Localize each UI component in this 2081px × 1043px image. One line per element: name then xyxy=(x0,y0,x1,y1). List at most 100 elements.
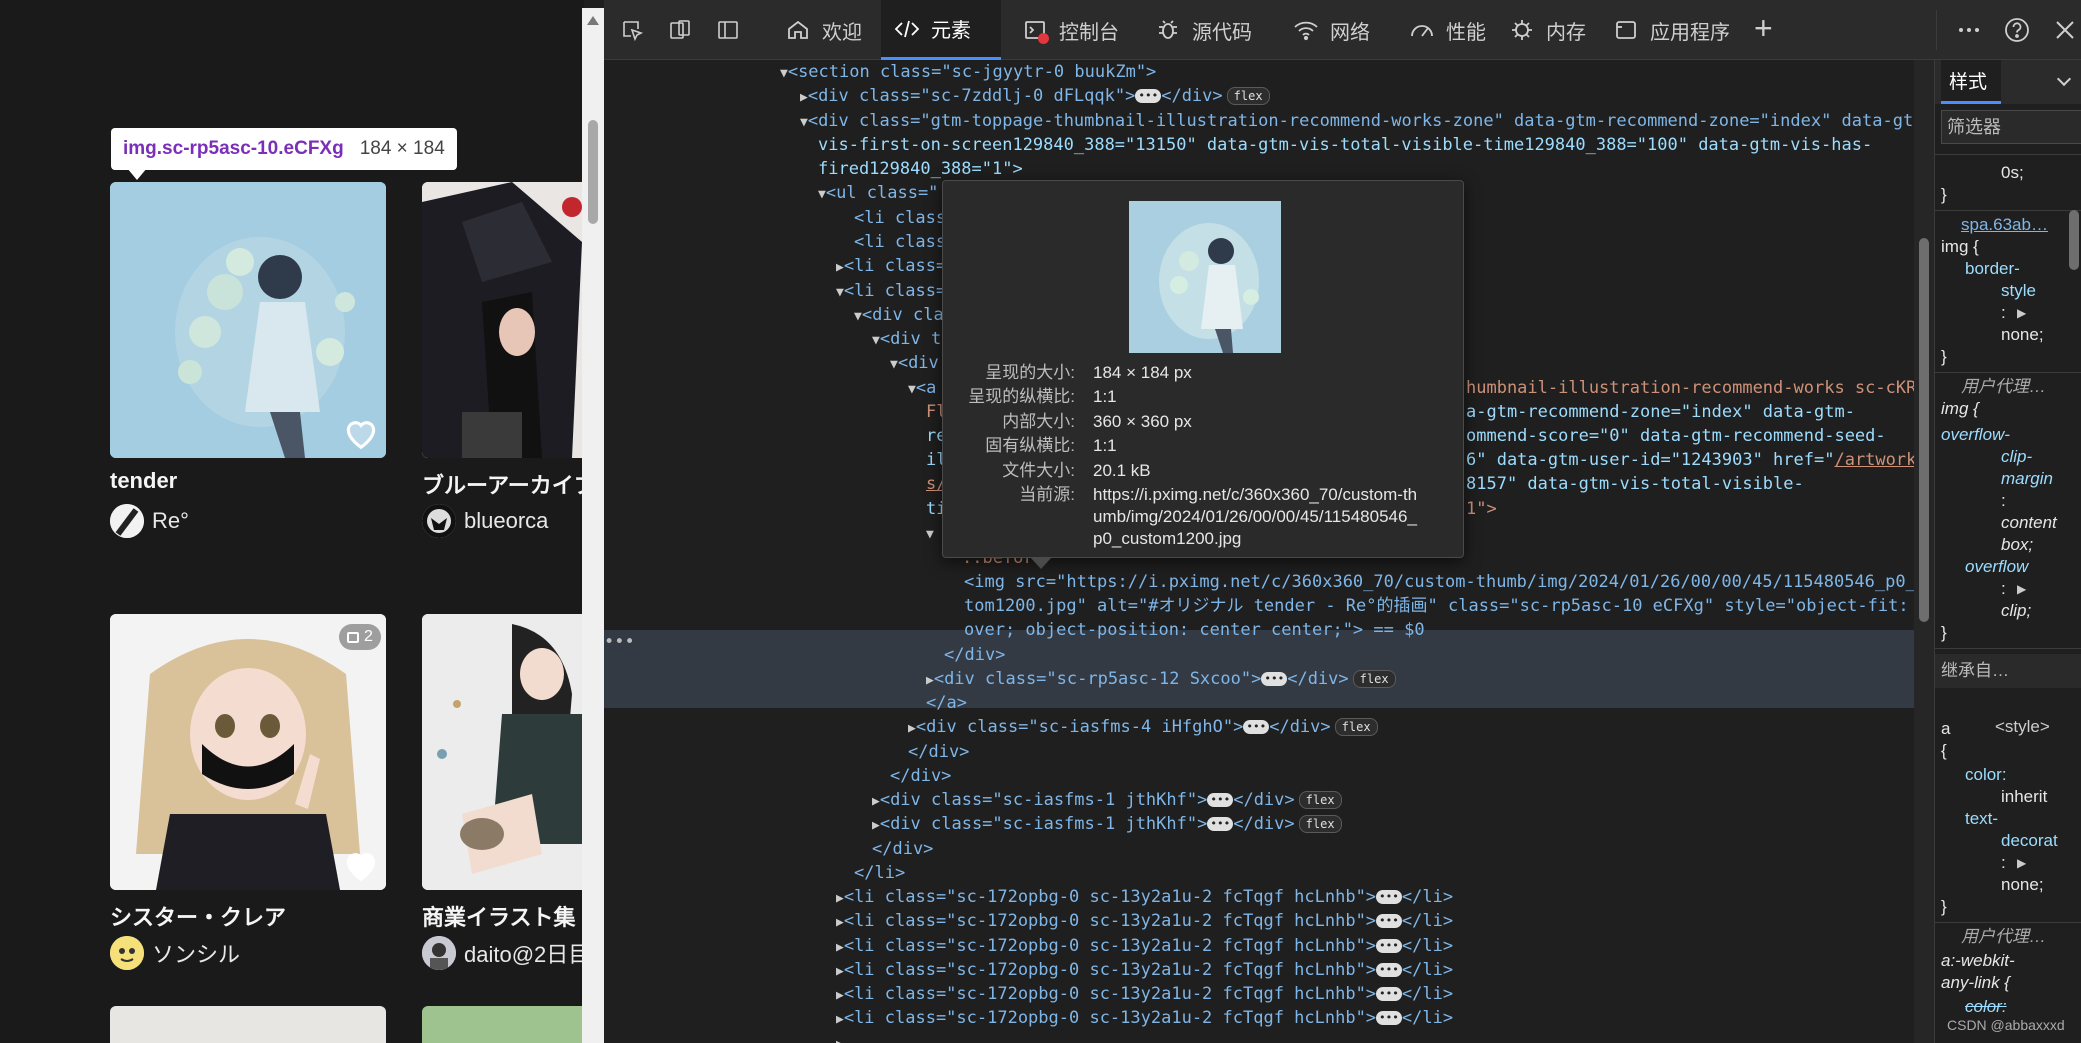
dom-node[interactable]: ▼<section class="sc-jgyytr-0 buukZm"> xyxy=(780,60,1156,84)
dom-node-li[interactable]: ▶ xyxy=(836,1031,844,1043)
dom-node[interactable]: <li class= xyxy=(854,206,956,230)
dom-node[interactable]: 6" data-gtm-user-id="1243903" href="/art… xyxy=(1466,448,1916,472)
dom-node[interactable]: ▶<div class="sc-iasfms-1 jthKhf"> ••• </di… xyxy=(872,812,1342,836)
collapsed-ellipsis-icon: ••• xyxy=(1376,939,1402,953)
dom-node-li[interactable]: ▶<li class="sc-172opbg-0 sc-13y2a1u-2 fc… xyxy=(836,885,1453,909)
artwork-thumbnail-commercial[interactable] xyxy=(422,614,584,890)
dom-node[interactable]: a-gtm-recommend-zone="index" data-gtm- xyxy=(1466,400,1855,424)
element-selector: img.sc-rp5asc-10.eCFXg xyxy=(123,138,344,159)
dom-node[interactable]: </div> xyxy=(908,740,969,764)
dom-node[interactable]: ▶<div class="sc-7zddlj-0 dFLqqk"> ••• </di… xyxy=(800,84,1270,108)
dom-node[interactable]: ▼<div cla xyxy=(854,303,944,327)
styles-tab-label[interactable]: 样式 xyxy=(1949,72,1987,94)
work-title[interactable]: シスター・クレア xyxy=(110,900,286,932)
author-link[interactable]: daito@2日目 xyxy=(422,936,584,970)
more-options-icon[interactable] xyxy=(1953,14,1985,46)
author-link[interactable]: ソンシル xyxy=(110,936,240,970)
toggle-sidebar-icon[interactable] xyxy=(712,14,744,46)
dom-node[interactable]: vis-first-on-screen129840_388="13150" da… xyxy=(818,133,1872,157)
css-property[interactable]: text- xyxy=(1965,808,1998,830)
author-name: Re° xyxy=(152,508,189,533)
artwork-thumbnail-row3-b[interactable] xyxy=(422,1006,584,1043)
tab-welcome[interactable]: 欢迎 xyxy=(772,0,874,60)
tab-memory[interactable]: 内存 xyxy=(1496,0,1598,60)
dom-node[interactable]: ••• xyxy=(604,630,635,654)
device-emulation-icon[interactable] xyxy=(664,14,696,46)
tab-sources[interactable]: 源代码 xyxy=(1142,0,1264,60)
tab-network[interactable]: 网络 xyxy=(1280,0,1382,60)
scrollbar-thumb[interactable] xyxy=(588,120,598,224)
dom-node[interactable]: 8157" data-gtm-vis-total-visible- xyxy=(1466,472,1804,496)
dom-node-li[interactable]: ▶<li class="sc-172opbg-0 sc-13y2a1u-2 fc… xyxy=(836,909,1453,933)
dom-node[interactable]: ▼<div class="gtm-toppage-thumbnail-illus… xyxy=(800,109,1934,133)
css-property[interactable]: color: xyxy=(1965,764,2007,786)
dom-node[interactable]: ▶<div class="sc-rp5asc-12 Sxcoo"> ••• </di… xyxy=(926,667,1396,691)
work-title[interactable]: ブルーアーカイブ xyxy=(422,468,584,500)
dom-node[interactable]: ommend-score="0" data-gtm-recommend-seed… xyxy=(1466,424,1886,448)
artwork-thumbnail-row3-a[interactable] xyxy=(110,1006,386,1043)
dom-node[interactable]: </div> xyxy=(944,643,1005,667)
dom-node[interactable]: </div> xyxy=(890,764,951,788)
dom-node[interactable]: ▶<div class="sc-iasfms-4 iHfghO"> ••• </di… xyxy=(908,715,1378,739)
dom-node[interactable]: </div> xyxy=(872,837,933,861)
collapsed-ellipsis-icon: ••• xyxy=(1376,890,1402,904)
dom-node[interactable]: ▼<ul class=" xyxy=(818,181,938,205)
dom-node[interactable]: </li> xyxy=(854,861,905,885)
dom-node[interactable]: ▼ xyxy=(926,521,934,545)
tab-console[interactable]: 控制台 xyxy=(1009,0,1131,60)
expand-triangle-icon[interactable]: ▶ xyxy=(2017,578,2026,600)
dom-node[interactable]: <li class= xyxy=(854,230,956,254)
css-value[interactable]: none; xyxy=(2001,324,2044,346)
avatar xyxy=(110,504,144,538)
dom-node-selected[interactable]: over; object-position: center center;"> … xyxy=(964,618,1425,642)
dom-node-li[interactable]: ▶<li class="sc-172opbg-0 sc-13y2a1u-2 fc… xyxy=(836,958,1453,982)
scrollbar-thumb[interactable] xyxy=(1919,238,1929,622)
dom-node[interactable]: ▶<li class= xyxy=(836,254,946,278)
dom-node[interactable]: ▶<div class="sc-iasfms-1 jthKhf"> ••• </di… xyxy=(872,788,1342,812)
dom-node[interactable]: ▼<div xyxy=(890,351,939,375)
work-title[interactable]: tender xyxy=(110,468,177,494)
dom-node[interactable]: </a> xyxy=(926,691,967,715)
flex-badge: flex xyxy=(1226,87,1270,105)
page-scrollbar[interactable] xyxy=(582,8,604,1043)
dom-node-selected[interactable]: <img src="https://i.pximg.net/c/360x360_… xyxy=(964,570,1934,594)
styles-scrollbar[interactable] xyxy=(2069,210,2079,270)
tab-elements[interactable]: 元素 xyxy=(881,0,1001,60)
artwork-href-link[interactable]: /artwork xyxy=(1834,450,1916,470)
author-link[interactable]: blueorca xyxy=(422,504,548,538)
dom-node[interactable]: ▼<a xyxy=(908,376,936,400)
dom-node-li[interactable]: ▶<li class="sc-172opbg-0 sc-13y2a1u-2 fc… xyxy=(836,934,1453,958)
css-value[interactable]: none; xyxy=(2001,874,2044,896)
tab-application[interactable]: 应用程序 xyxy=(1600,0,1742,60)
dom-node[interactable]: 1"> xyxy=(1466,497,1497,521)
dom-node[interactable]: ▼<div t xyxy=(872,327,941,351)
css-property[interactable]: border- xyxy=(1965,258,2020,280)
dom-node-selected[interactable]: tom1200.jpg" alt="#オリジナル tender - Re°的插画… xyxy=(964,594,1929,618)
expand-triangle-icon[interactable]: ▶ xyxy=(2017,852,2026,874)
dom-node-li[interactable]: ▶<li class="sc-172opbg-0 sc-13y2a1u-2 fc… xyxy=(836,982,1453,1006)
add-tab-button[interactable]: + xyxy=(1754,12,1773,44)
dom-node[interactable]: ▼<li class= xyxy=(836,279,946,303)
css-property: overflow- xyxy=(1941,425,2010,444)
css-property[interactable]: decorat xyxy=(2001,830,2058,852)
tab-performance[interactable]: 性能 xyxy=(1396,0,1498,60)
inspect-element-icon[interactable] xyxy=(616,14,648,46)
work-title[interactable]: 商業イラスト集 xyxy=(422,900,576,932)
like-heart-icon[interactable] xyxy=(342,414,380,452)
css-value[interactable]: inherit xyxy=(2001,786,2047,808)
author-link[interactable]: Re° xyxy=(110,504,189,538)
dom-node-li[interactable]: ▶<li class="sc-172opbg-0 sc-13y2a1u-2 fc… xyxy=(836,1006,1453,1030)
scroll-up-arrow-icon[interactable] xyxy=(587,16,599,25)
css-property[interactable]: style xyxy=(2001,280,2036,302)
help-icon[interactable] xyxy=(2001,14,2033,46)
dom-node[interactable]: fired129840_388="1"> xyxy=(818,157,1023,181)
dom-tree-scrollbar[interactable] xyxy=(1914,60,1934,1043)
artwork-thumbnail-blue-archive[interactable] xyxy=(422,182,584,458)
close-devtools-icon[interactable] xyxy=(2049,14,2081,46)
dom-node[interactable]: humbnail-illustration-recommend-works sc… xyxy=(1466,376,1927,400)
author-name: daito@2日目 xyxy=(464,942,584,967)
image-preview-thumbnail xyxy=(1129,201,1281,353)
expand-triangle-icon[interactable]: ▶ xyxy=(2017,302,2026,324)
like-heart-icon[interactable] xyxy=(342,846,380,884)
stylesheet-link[interactable]: spa.63ab… xyxy=(1961,214,2048,236)
